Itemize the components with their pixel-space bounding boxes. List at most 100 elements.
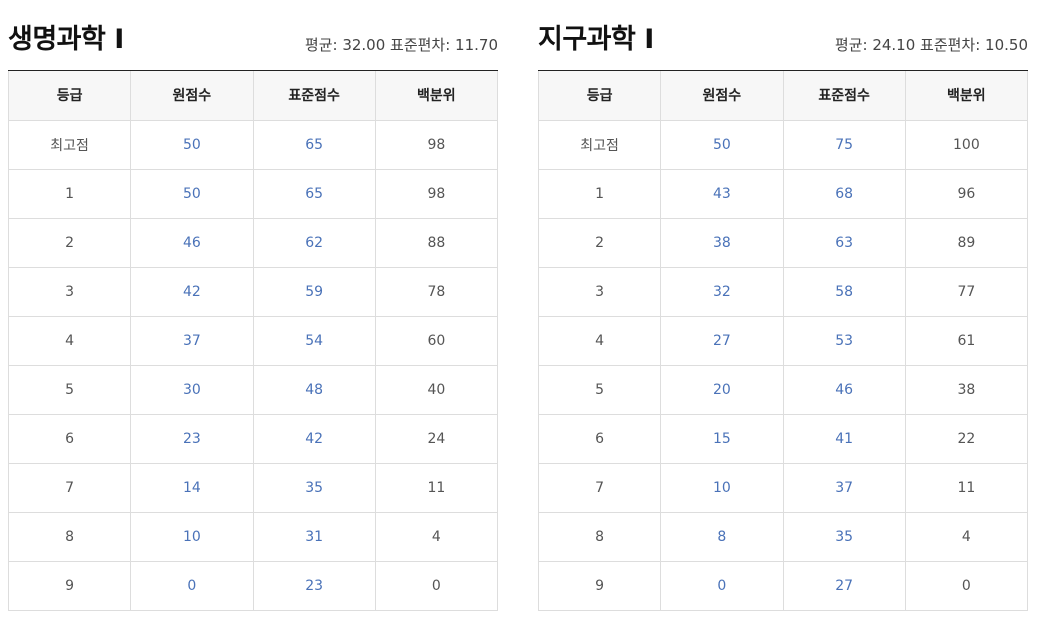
cell-grade: 9 <box>537 560 662 611</box>
cell-percentile: 22 <box>904 413 1029 464</box>
cell-percentile: 11 <box>374 462 499 513</box>
cell-grade: 3 <box>7 266 132 317</box>
cell-raw-score: 0 <box>130 560 254 611</box>
cell-grade: 3 <box>537 266 662 317</box>
cell-standard-score: 75 <box>782 119 906 170</box>
col-header-grade: 등급 <box>7 71 132 121</box>
cell-percentile: 24 <box>374 413 499 464</box>
cell-standard-score: 59 <box>252 266 376 317</box>
cell-percentile: 100 <box>904 119 1029 170</box>
cell-grade: 5 <box>537 364 662 415</box>
cell-raw-score: 27 <box>660 315 784 366</box>
cell-grade: 5 <box>7 364 132 415</box>
cell-percentile: 60 <box>374 315 499 366</box>
cell-standard-score: 48 <box>252 364 376 415</box>
cell-grade: 6 <box>7 413 132 464</box>
cell-raw-score: 50 <box>130 168 254 219</box>
table-row: 6 23 42 24 <box>7 413 499 464</box>
col-header-percentile: 백분위 <box>904 71 1029 121</box>
cell-standard-score: 63 <box>782 217 906 268</box>
cell-percentile: 11 <box>904 462 1029 513</box>
panel-earth-science: 지구과학 Ⅰ 평균: 24.10 표준편차: 10.50 등급 원점수 표준점수… <box>537 0 1029 611</box>
cell-standard-score: 68 <box>782 168 906 219</box>
cell-grade: 2 <box>537 217 662 268</box>
cell-percentile: 0 <box>904 560 1029 611</box>
cell-grade: 4 <box>7 315 132 366</box>
cell-standard-score: 27 <box>782 560 906 611</box>
cell-percentile: 96 <box>904 168 1029 219</box>
cell-grade: 2 <box>7 217 132 268</box>
col-header-raw-score: 원점수 <box>660 71 784 121</box>
cell-percentile: 77 <box>904 266 1029 317</box>
table-row: 4 37 54 60 <box>7 315 499 366</box>
table-row: 6 15 41 22 <box>537 413 1029 464</box>
table-row: 최고점 50 75 100 <box>537 119 1029 170</box>
cell-raw-score: 42 <box>130 266 254 317</box>
cell-raw-score: 15 <box>660 413 784 464</box>
table-row: 3 42 59 78 <box>7 266 499 317</box>
cell-percentile: 40 <box>374 364 499 415</box>
panel-stats: 평균: 32.00 표준편차: 11.70 <box>304 36 498 54</box>
cell-percentile: 4 <box>374 511 499 562</box>
cell-standard-score: 46 <box>782 364 906 415</box>
cell-percentile: 61 <box>904 315 1029 366</box>
cell-standard-score: 65 <box>252 119 376 170</box>
cell-standard-score: 54 <box>252 315 376 366</box>
cell-grade: 6 <box>537 413 662 464</box>
cell-standard-score: 53 <box>782 315 906 366</box>
cell-standard-score: 35 <box>252 462 376 513</box>
grade-table: 등급 원점수 표준점수 백분위 최고점 50 75 100 1 43 68 96 2 38 63 89… <box>537 71 1029 611</box>
table-row: 5 20 46 38 <box>537 364 1029 415</box>
cell-standard-score: 31 <box>252 511 376 562</box>
cell-grade: 8 <box>537 511 662 562</box>
cell-raw-score: 0 <box>660 560 784 611</box>
col-header-percentile: 백분위 <box>374 71 499 121</box>
cell-raw-score: 23 <box>130 413 254 464</box>
cell-raw-score: 14 <box>130 462 254 513</box>
table-row: 4 27 53 61 <box>537 315 1029 366</box>
table-row: 1 43 68 96 <box>537 168 1029 219</box>
cell-standard-score: 58 <box>782 266 906 317</box>
panel-stats: 평균: 24.10 표준편차: 10.50 <box>834 36 1028 54</box>
cell-standard-score: 23 <box>252 560 376 611</box>
table-row: 9 0 27 0 <box>537 560 1029 611</box>
cell-grade: 8 <box>7 511 132 562</box>
panel-title: 지구과학 Ⅰ <box>538 24 654 55</box>
cell-raw-score: 38 <box>660 217 784 268</box>
grade-table: 등급 원점수 표준점수 백분위 최고점 50 65 98 1 50 65 98 2 46 62 88 3… <box>7 71 499 611</box>
cell-grade: 9 <box>7 560 132 611</box>
table-row: 5 30 48 40 <box>7 364 499 415</box>
cell-raw-score: 32 <box>660 266 784 317</box>
cell-raw-score: 10 <box>660 462 784 513</box>
cell-raw-score: 50 <box>130 119 254 170</box>
table-header-row: 등급 원점수 표준점수 백분위 <box>7 71 499 121</box>
col-header-standard-score: 표준점수 <box>782 71 906 121</box>
panel-title: 생명과학 Ⅰ <box>8 24 124 55</box>
cell-raw-score: 8 <box>660 511 784 562</box>
cell-standard-score: 37 <box>782 462 906 513</box>
table-row: 9 0 23 0 <box>7 560 499 611</box>
cell-raw-score: 10 <box>130 511 254 562</box>
cell-percentile: 4 <box>904 511 1029 562</box>
col-header-standard-score: 표준점수 <box>252 71 376 121</box>
cell-standard-score: 35 <box>782 511 906 562</box>
table-row: 7 14 35 11 <box>7 462 499 513</box>
cell-percentile: 88 <box>374 217 499 268</box>
cell-grade: 최고점 <box>537 119 662 170</box>
table-header-row: 등급 원점수 표준점수 백분위 <box>537 71 1029 121</box>
cell-percentile: 0 <box>374 560 499 611</box>
cell-raw-score: 43 <box>660 168 784 219</box>
table-row: 최고점 50 65 98 <box>7 119 499 170</box>
cell-standard-score: 62 <box>252 217 376 268</box>
table-body: 최고점 50 65 98 1 50 65 98 2 46 62 88 3 42 59 78 4 37 54 60 5 30… <box>7 119 499 611</box>
col-header-grade: 등급 <box>537 71 662 121</box>
table-row: 8 8 35 4 <box>537 511 1029 562</box>
cell-grade: 1 <box>7 168 132 219</box>
panel-header: 지구과학 Ⅰ 평균: 24.10 표준편차: 10.50 <box>538 0 1028 71</box>
table-row: 1 50 65 98 <box>7 168 499 219</box>
cell-grade: 4 <box>537 315 662 366</box>
cell-percentile: 78 <box>374 266 499 317</box>
cell-standard-score: 41 <box>782 413 906 464</box>
cell-percentile: 89 <box>904 217 1029 268</box>
panel-header: 생명과학 Ⅰ 평균: 32.00 표준편차: 11.70 <box>8 0 498 71</box>
